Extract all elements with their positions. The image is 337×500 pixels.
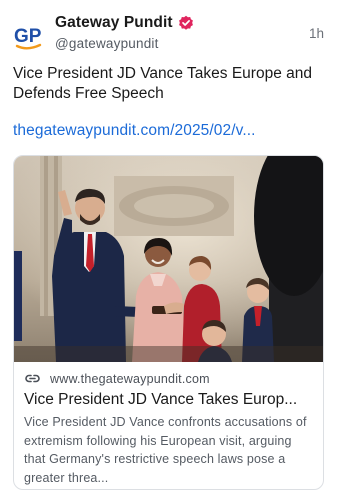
post-timestamp[interactable]: 1h [309, 26, 324, 41]
gp-logo-icon[interactable]: GP [13, 20, 45, 52]
author-handle[interactable]: @gatewaypundit [55, 36, 194, 51]
link-preview-image[interactable] [14, 156, 323, 362]
link-preview-body: www.thegatewaypundit.com Vice President … [24, 370, 316, 487]
link-domain-row: www.thegatewaypundit.com [24, 370, 316, 387]
avatar-text: GP [14, 26, 42, 47]
post-header: GP Gateway Pundit @gatewaypundit 1h [13, 10, 324, 54]
author-display-name[interactable]: Gateway Pundit [55, 14, 173, 32]
link-card-title[interactable]: Vice President JD Vance Takes Europ... [24, 390, 316, 410]
author-names: Gateway Pundit @gatewaypundit [55, 14, 194, 51]
post-link[interactable]: thegatewaypundit.com/2025/02/v... [13, 122, 256, 140]
link-domain: www.thegatewaypundit.com [50, 371, 210, 386]
link-preview-card[interactable]: www.thegatewaypundit.com Vice President … [13, 155, 324, 490]
post-text: Vice President JD Vance Takes Europe and… [13, 65, 312, 102]
verified-badge-icon [178, 15, 194, 31]
link-icon [24, 370, 41, 387]
link-card-description: Vice President JD Vance confronts accusa… [24, 415, 307, 485]
